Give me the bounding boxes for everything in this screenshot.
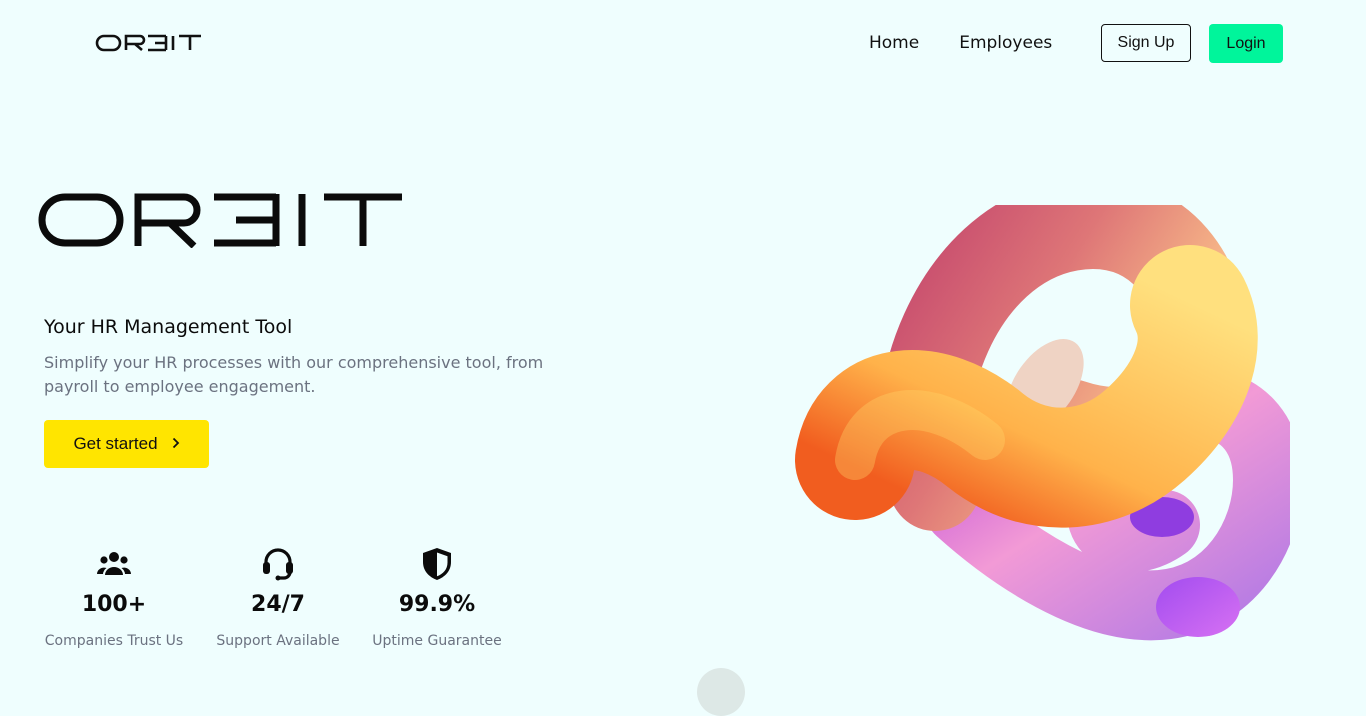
get-started-label: Get started xyxy=(73,434,158,453)
nav-brand-logo[interactable] xyxy=(95,30,205,56)
stat-uptime: 99.9% Uptime Guarantee xyxy=(372,546,502,649)
hero-description: Simplify your HR processes with our comp… xyxy=(44,353,544,396)
chevron-right-icon xyxy=(172,436,180,453)
stat-value: 100+ xyxy=(81,592,147,617)
stat-label: Companies Trust Us xyxy=(44,633,184,649)
hero-3d-shape xyxy=(795,205,1290,641)
users-icon xyxy=(97,552,131,575)
stat-companies: 100+ Companies Trust Us xyxy=(44,546,184,649)
hero-tagline: Your HR Management Tool xyxy=(44,316,293,338)
sign-up-button[interactable]: Sign Up xyxy=(1101,24,1191,62)
stat-value: 24/7 xyxy=(251,592,305,617)
stat-support: 24/7 Support Available xyxy=(216,546,340,649)
nav-link-employees[interactable]: Employees xyxy=(959,33,1052,53)
nav-links: Home Employees xyxy=(869,33,1052,53)
nav-link-home[interactable]: Home xyxy=(869,33,919,53)
get-started-button[interactable]: Get started xyxy=(44,420,209,468)
login-button[interactable]: Login xyxy=(1209,24,1283,63)
stat-label: Uptime Guarantee xyxy=(372,633,502,649)
hero-brand-logo xyxy=(38,193,402,248)
stat-label: Support Available xyxy=(216,633,340,649)
scroll-indicator[interactable] xyxy=(697,668,745,716)
shield-icon xyxy=(423,548,451,580)
headset-icon xyxy=(263,548,293,581)
stat-value: 99.9% xyxy=(398,592,476,617)
